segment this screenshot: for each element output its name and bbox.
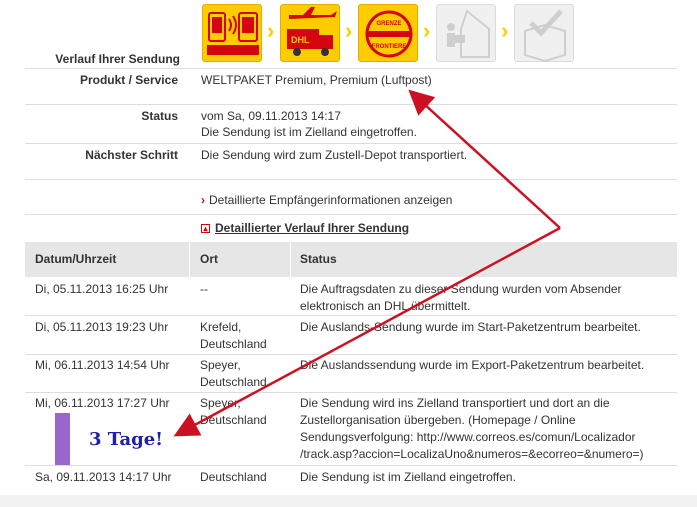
footer-strip bbox=[0, 495, 697, 507]
annotation-arrow-up bbox=[408, 89, 561, 229]
annotation-arrow-down bbox=[173, 226, 561, 437]
annotation-arrows bbox=[173, 89, 561, 437]
